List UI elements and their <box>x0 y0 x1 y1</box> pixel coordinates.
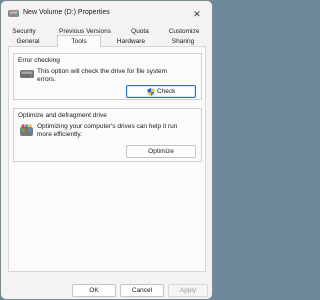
check-button[interactable]: Check <box>126 85 196 98</box>
tab-tools[interactable]: Tools <box>57 35 101 47</box>
window-title: New Volume (D:) Properties <box>23 9 110 16</box>
ok-button[interactable]: OK <box>72 284 116 297</box>
error-checking-group: Error checking This option will check th… <box>13 53 202 100</box>
optimize-description: Optimizing your computer's drives can he… <box>37 123 178 138</box>
optimize-title: Optimize and defragment drive <box>18 112 107 119</box>
drive-icon <box>20 70 34 78</box>
cancel-button[interactable]: Cancel <box>120 284 164 297</box>
check-button-label: Check <box>157 88 176 95</box>
close-icon: ✕ <box>193 9 201 19</box>
error-checking-title: Error checking <box>18 57 60 64</box>
error-checking-description: This option will check the drive for fil… <box>37 68 168 83</box>
properties-window: New Volume (D:) Properties ✕ Security Pr… <box>0 0 213 300</box>
optimize-group: Optimize and defragment drive Optimizing… <box>13 108 202 162</box>
optimize-button[interactable]: Optimize <box>126 145 196 158</box>
tools-panel: Error checking This option will check th… <box>8 46 206 272</box>
drive-icon <box>8 10 19 17</box>
defrag-icon <box>20 124 33 136</box>
apply-button[interactable]: Apply <box>168 284 208 297</box>
title-bar[interactable]: New Volume (D:) Properties ✕ <box>1 1 212 26</box>
shield-icon <box>147 88 155 96</box>
close-button[interactable]: ✕ <box>190 8 204 20</box>
